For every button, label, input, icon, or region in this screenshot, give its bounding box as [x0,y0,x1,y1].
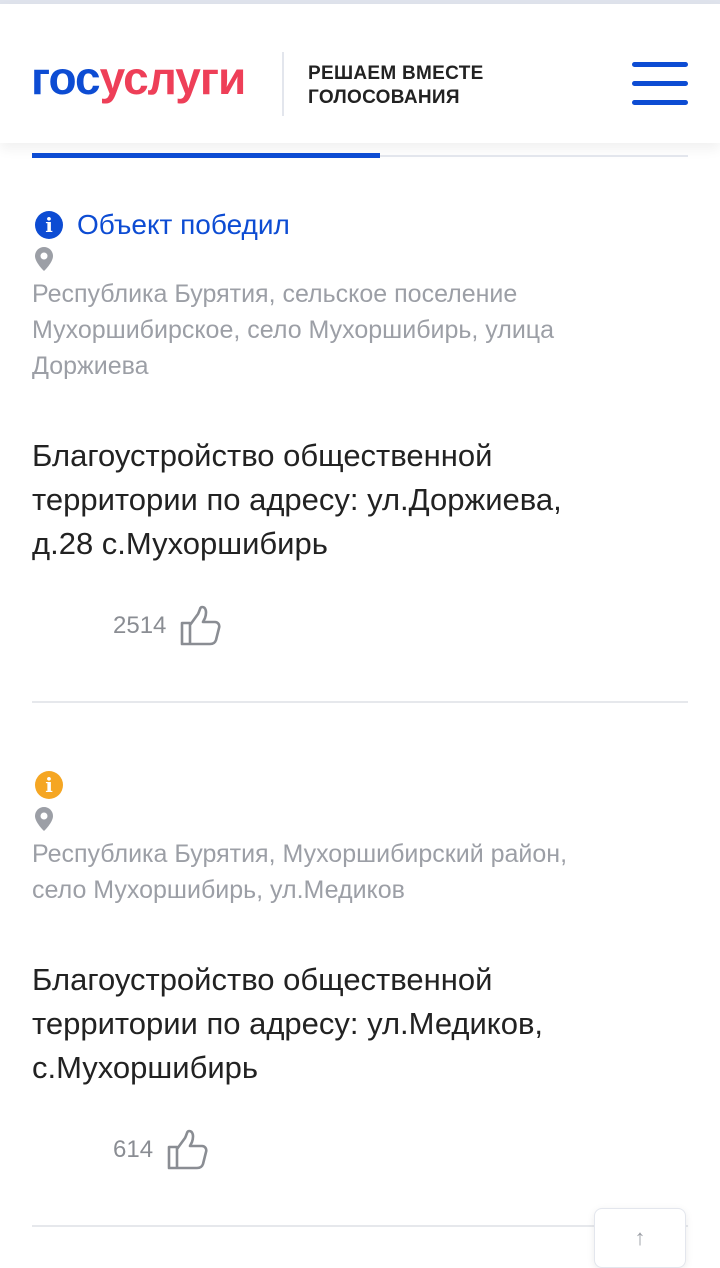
title-line: Благоустройство общественной [32,438,493,473]
logo-part-uslugi: услуги [99,52,247,104]
tagline-line-1: РЕШАЕМ ВМЕСТЕ [308,63,484,84]
like-count: 2514 [113,612,167,639]
title-line: Благоустройство общественной [32,962,493,997]
likes-row: 614 [32,1128,688,1172]
info-icon: i [35,211,63,239]
title-line: д.28 с.Мухоршибирь [32,526,328,561]
project-title[interactable]: Благоустройство общественной территории … [32,958,688,1090]
project-card[interactable]: i Республика Бурятия, Мухоршибирский рай… [32,769,688,1172]
arrow-up-icon: ↑ [634,1225,646,1250]
project-status: i [32,769,688,801]
thumbs-up-icon[interactable] [165,1128,209,1172]
scroll-to-top-button[interactable]: ↑ [594,1208,686,1268]
tagline-line-2: ГОЛОСОВАНИЯ [308,87,460,108]
title-line: с.Мухоршибирь [32,1050,259,1085]
like-count: 614 [113,1136,154,1163]
location-pin-icon [35,807,53,831]
project-status: i Объект победил [32,209,688,241]
status-text: Объект победил [77,209,290,240]
menu-icon-bar [632,81,688,86]
thumbs-up-icon[interactable] [178,604,222,648]
card-separator [32,701,688,703]
menu-icon[interactable] [632,62,688,108]
logo-part-gos: гос [31,52,101,104]
card-separator [32,1225,688,1227]
tab-active-indicator[interactable] [32,153,380,158]
address-line: Республика Бурятия, Мухоршибирский район… [32,840,568,868]
address-line: Мухоршибирское, село Мухоршибирь, улица [32,316,555,344]
project-address: Республика Бурятия, Мухоршибирский район… [32,836,688,908]
header-divider [282,52,284,116]
menu-icon-bar [632,62,688,67]
address-line: Республика Бурятия, сельское поселение [32,280,518,308]
menu-icon-bar [632,100,688,105]
project-title[interactable]: Благоустройство общественной территории … [32,434,688,566]
project-card[interactable]: i Объект победил Республика Бурятия, сел… [32,209,688,648]
info-icon: i [35,771,63,799]
title-line: территории по адресу: ул.Доржиева, [32,482,562,517]
address-line: Доржиева [32,352,149,380]
gosuslugi-logo[interactable]: госуслуги [31,50,247,106]
address-line: село Мухоршибирь, ул.Медиков [32,876,405,904]
likes-row: 2514 [32,604,688,648]
project-address: Республика Бурятия, сельское поселение М… [32,276,688,384]
header-tagline: РЕШАЕМ ВМЕСТЕ ГОЛОСОВАНИЯ [308,62,484,110]
site-header: госуслуги РЕШАЕМ ВМЕСТЕ ГОЛОСОВАНИЯ [0,4,720,143]
title-line: территории по адресу: ул.Медиков, [32,1006,544,1041]
location-pin-icon [35,247,53,271]
